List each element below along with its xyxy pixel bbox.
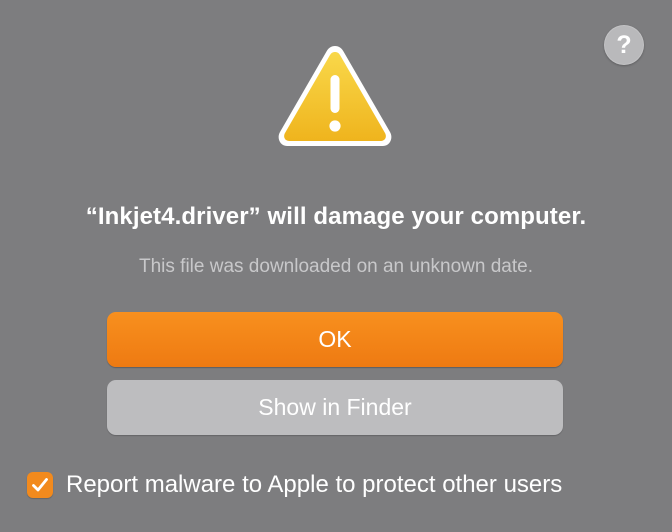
report-malware-checkbox[interactable] [27, 472, 53, 498]
warning-triangle-icon [278, 46, 392, 146]
report-malware-label: Report malware to Apple to protect other… [66, 471, 563, 498]
show-in-finder-button[interactable]: Show in Finder [107, 380, 563, 435]
ok-button[interactable]: OK [107, 312, 563, 367]
malware-alert-dialog: ? “Inkjet4.driver” will damage your comp… [0, 0, 672, 532]
alert-subtitle: This file was downloaded on an unknown d… [139, 256, 533, 277]
checkmark-icon [32, 478, 48, 492]
question-mark-icon: ? [616, 31, 632, 59]
help-button[interactable]: ? [604, 25, 644, 65]
alert-title: “Inkjet4.driver” will damage your comput… [85, 203, 587, 230]
report-malware-option[interactable]: Report malware to Apple to protect other… [27, 470, 562, 500]
